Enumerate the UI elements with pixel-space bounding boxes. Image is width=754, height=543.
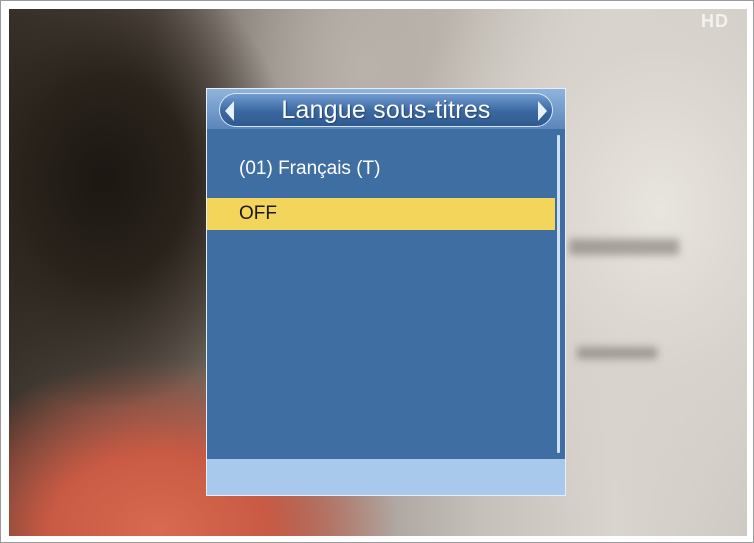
language-item-off[interactable]: OFF	[207, 198, 555, 230]
background-detail	[569, 239, 679, 255]
background-detail	[577, 347, 657, 359]
dialog-footer	[207, 459, 565, 495]
scrollbar[interactable]	[557, 135, 560, 453]
language-item-label: (01) Français (T)	[239, 158, 381, 179]
dialog-header: Langue sous-titres	[207, 89, 565, 129]
channel-logo: HD	[701, 11, 729, 31]
title-bar: Langue sous-titres	[219, 93, 553, 127]
arrow-right-icon[interactable]	[538, 101, 547, 121]
subtitle-language-dialog: Langue sous-titres (01) Français (T) OFF	[206, 88, 566, 496]
arrow-left-icon[interactable]	[225, 101, 234, 121]
language-list: (01) Français (T) OFF	[207, 129, 555, 459]
screen-frame: HD Langue sous-titres (01) Français (T) …	[0, 0, 754, 543]
language-item-francais[interactable]: (01) Français (T)	[207, 153, 555, 185]
dialog-title: Langue sous-titres	[281, 95, 491, 124]
language-item-label: OFF	[239, 203, 277, 224]
